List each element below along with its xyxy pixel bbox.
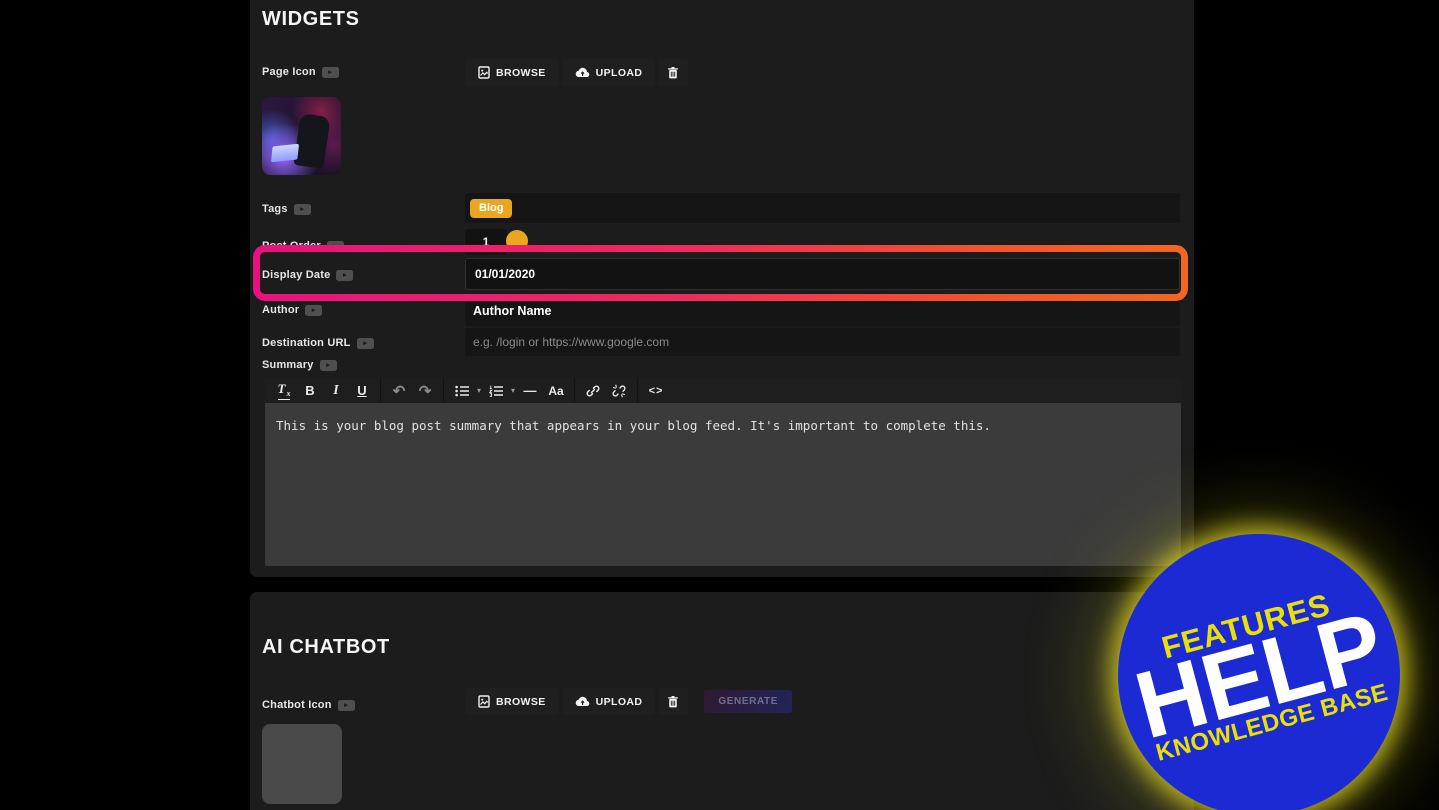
trash-icon [668, 66, 679, 78]
post-order-label: Post Order ▸ [262, 240, 344, 252]
clear-formatting-button[interactable]: Tx [271, 378, 297, 403]
widgets-card: WIDGETS Page Icon ▸ BROWSE UPLOAD Tags ▸… [250, 0, 1194, 577]
author-help-video-icon[interactable]: ▸ [305, 304, 323, 316]
upload-button-label: UPLOAD [595, 695, 643, 708]
clear-formatting-sub-glyph: x [286, 389, 291, 399]
italic-button[interactable]: I [323, 378, 349, 403]
bullet-list-icon [454, 385, 469, 396]
trash-icon [668, 695, 679, 707]
browse-button-label: BROWSE [496, 66, 546, 79]
code-view-button[interactable]: <> [643, 378, 669, 403]
summary-editor-toolbar: Tx B I U ↶ ↷ ▾ ▾ — Aa <> [265, 378, 1181, 403]
chatbot-section-title: AI CHATBOT [262, 636, 390, 658]
destination-url-help-video-icon[interactable]: ▸ [356, 337, 374, 349]
horizontal-rule-button[interactable]: — [517, 378, 543, 403]
unlink-icon [612, 384, 626, 397]
underline-glyph: U [357, 383, 367, 398]
post-order-help-video-icon[interactable]: ▸ [326, 240, 344, 252]
destination-url-label: Destination URL ▸ [262, 337, 374, 349]
display-date-input[interactable] [465, 258, 1180, 290]
chatbot-icon-label: Chatbot Icon ▸ [262, 699, 355, 711]
clear-formatting-glyph: T [277, 380, 286, 396]
summary-label: Summary ▸ [262, 359, 337, 371]
bullet-list-button[interactable] [449, 378, 475, 403]
bold-button[interactable]: B [297, 378, 323, 403]
toolbar-separator [637, 378, 639, 403]
display-date-label-text: Display Date [262, 269, 331, 281]
tags-help-video-icon[interactable]: ▸ [293, 203, 311, 215]
post-order-label-text: Post Order [262, 240, 321, 252]
chatbot-generate-button[interactable]: GENERATE [704, 690, 793, 713]
page-icon-button-row: BROWSE UPLOAD [465, 59, 689, 86]
thumbnail-person-silhouette [293, 113, 331, 169]
browse-button-label: BROWSE [496, 695, 546, 708]
tags-input[interactable]: Blog [465, 193, 1180, 223]
redo-button[interactable]: ↷ [412, 378, 438, 403]
remove-link-button[interactable] [606, 378, 632, 403]
help-knowledge-base-badge: FEATURES HELP KNOWLEDGE BASE [1118, 534, 1400, 810]
chatbot-browse-button[interactable]: BROWSE [465, 688, 559, 715]
tags-label-text: Tags [262, 203, 288, 215]
page-icon-browse-button[interactable]: BROWSE [465, 59, 559, 86]
undo-button[interactable]: ↶ [386, 378, 412, 403]
author-label-text: Author [262, 304, 300, 316]
tag-chip-blog[interactable]: Blog [470, 198, 513, 218]
thumbnail-laptop-shape [270, 143, 300, 163]
page-icon-delete-button[interactable] [658, 59, 689, 86]
tags-label: Tags ▸ [262, 203, 311, 215]
summary-editor-textarea[interactable]: This is your blog post summary that appe… [265, 403, 1181, 566]
destination-url-input[interactable] [465, 328, 1180, 356]
page-icon-help-video-icon[interactable]: ▸ [321, 66, 339, 78]
cloud-upload-icon [575, 67, 589, 78]
cloud-upload-icon [575, 696, 589, 707]
page-icon-upload-button[interactable]: UPLOAD [561, 59, 656, 86]
upload-button-label: UPLOAD [595, 66, 643, 79]
page: WIDGETS Page Icon ▸ BROWSE UPLOAD Tags ▸… [0, 0, 1439, 810]
insert-link-button[interactable] [580, 378, 606, 403]
chatbot-icon-help-video-icon[interactable]: ▸ [337, 699, 355, 711]
link-icon [586, 385, 600, 396]
post-order-input[interactable] [465, 229, 507, 255]
bullet-list-dropdown-caret[interactable]: ▾ [475, 386, 483, 395]
toolbar-separator [443, 378, 444, 403]
file-image-icon [478, 66, 490, 79]
author-label: Author ▸ [262, 304, 323, 316]
chatbot-upload-button[interactable]: UPLOAD [561, 688, 656, 715]
toolbar-separator [574, 378, 576, 403]
display-date-help-video-icon[interactable]: ▸ [336, 269, 354, 281]
chatbot-icon-label-text: Chatbot Icon [262, 699, 332, 711]
file-image-icon [478, 695, 490, 708]
summary-help-video-icon[interactable]: ▸ [319, 359, 337, 371]
font-size-button[interactable]: Aa [543, 378, 569, 403]
widgets-section-title: WIDGETS [262, 8, 360, 30]
numbered-list-icon [488, 385, 503, 397]
numbered-list-dropdown-caret[interactable]: ▾ [509, 386, 517, 395]
chatbot-card: AI CHATBOT Chatbot Icon ▸ BROWSE UPLOAD … [250, 592, 1194, 810]
chatbot-delete-button[interactable] [658, 688, 689, 715]
display-date-label: Display Date ▸ [262, 269, 354, 281]
summary-label-text: Summary [262, 359, 314, 371]
page-icon-label-text: Page Icon [262, 66, 316, 78]
author-input[interactable] [465, 296, 1180, 326]
chatbot-icon-placeholder[interactable] [262, 724, 342, 804]
underline-button[interactable]: U [349, 378, 375, 403]
chatbot-icon-button-row: BROWSE UPLOAD GENERATE [465, 688, 793, 715]
badge-rotated-text: FEATURES HELP KNOWLEDGE BASE [1121, 577, 1396, 769]
numbered-list-button[interactable] [483, 378, 509, 403]
toolbar-separator [380, 378, 381, 403]
content-column: WIDGETS Page Icon ▸ BROWSE UPLOAD Tags ▸… [250, 0, 1194, 810]
page-icon-label: Page Icon ▸ [262, 66, 339, 78]
destination-url-label-text: Destination URL [262, 337, 351, 349]
post-order-drag-dot[interactable] [506, 230, 528, 252]
page-icon-thumbnail[interactable] [262, 97, 341, 175]
